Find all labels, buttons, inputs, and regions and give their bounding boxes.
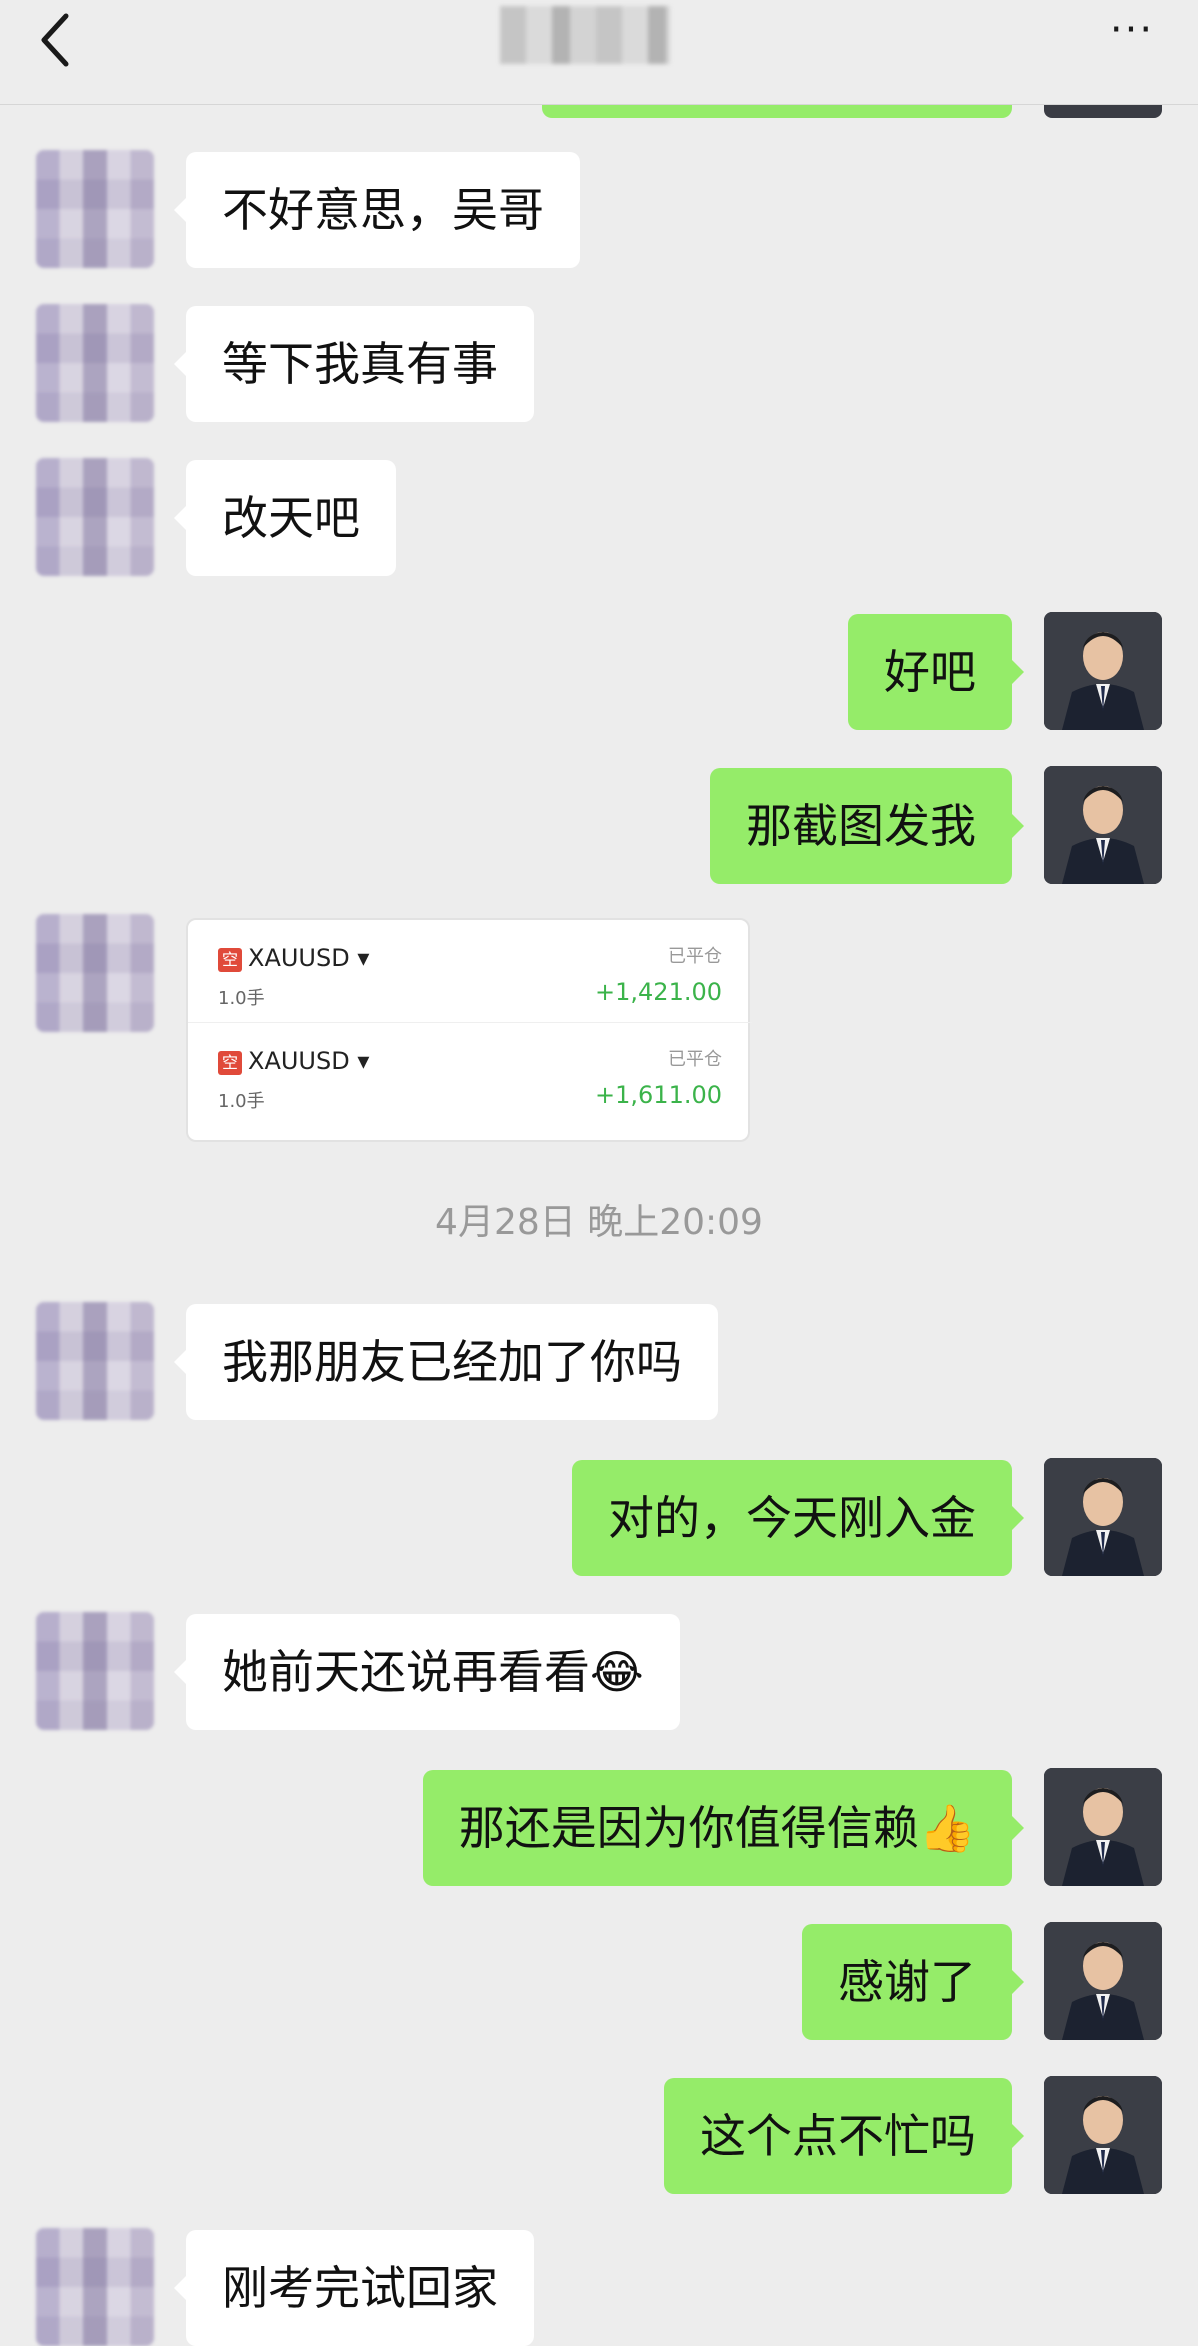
person-photo-icon: [1044, 1768, 1162, 1886]
avatar[interactable]: [1044, 766, 1162, 884]
message-bubble[interactable]: 那还是因为你值得信赖👍: [422, 1770, 1025, 1886]
message-bubble[interactable]: 等下我真有事: [174, 306, 534, 422]
avatar[interactable]: [1044, 104, 1162, 118]
ellipsis-icon: ···: [1109, 7, 1155, 53]
avatar[interactable]: [36, 458, 154, 576]
message-bubble[interactable]: 她前天还说再看看😂: [174, 1614, 680, 1730]
trade-status: 已平仓: [668, 1049, 722, 1070]
chat-area[interactable]: 不好意思，吴哥 等下我真有事 改天吧 好吧 那截图发我 空 XAUUSD ▾ 已…: [0, 0, 1198, 2346]
more-button[interactable]: ···: [1102, 10, 1162, 50]
trade-row: 空 XAUUSD ▾ 已平仓 1.0手 +1,611.00: [188, 1022, 752, 1123]
avatar[interactable]: [1044, 612, 1162, 730]
avatar[interactable]: [1044, 2076, 1162, 2194]
avatar[interactable]: [1044, 1768, 1162, 1886]
person-photo-icon: [1044, 612, 1162, 730]
message-bubble[interactable]: 好吧: [848, 614, 1024, 730]
message-bubble[interactable]: 感谢了: [802, 1924, 1024, 2040]
trade-lots: 1.0手: [218, 1091, 265, 1112]
avatar[interactable]: [1044, 1922, 1162, 2040]
message-bubble[interactable]: 改天吧: [174, 460, 396, 576]
trade-status: 已平仓: [668, 946, 722, 967]
trade-profit: +1,421.00: [595, 978, 722, 1006]
person-photo-icon: [1044, 2076, 1162, 2194]
chat-header: ···: [0, 0, 1198, 105]
symbol-name: XAUUSD ▾: [248, 944, 370, 972]
message-bubble[interactable]: 这个点不忙吗: [664, 2078, 1024, 2194]
person-photo-icon: [1044, 766, 1162, 884]
person-photo-icon: [1044, 1458, 1162, 1576]
trade-screenshot-card[interactable]: 空 XAUUSD ▾ 已平仓 1.0手 +1,421.00 空 XAUUSD ▾…: [186, 918, 752, 1142]
trade-profit: +1,611.00: [595, 1081, 722, 1109]
avatar[interactable]: [36, 1612, 154, 1730]
avatar[interactable]: [36, 304, 154, 422]
avatar[interactable]: [36, 1302, 154, 1420]
message-bubble[interactable]: 对的，今天刚入金: [572, 1460, 1024, 1576]
message-bubble[interactable]: 我那朋友已经加了你吗: [174, 1304, 718, 1420]
short-badge: 空: [218, 1051, 242, 1075]
person-photo-icon: [1044, 1922, 1162, 2040]
timestamp: 4月28日 晚上20:09: [435, 1202, 763, 1243]
back-button[interactable]: [34, 10, 84, 70]
message-bubble[interactable]: 刚考完试回家: [174, 2230, 534, 2346]
short-badge: 空: [218, 948, 242, 972]
symbol-name: XAUUSD ▾: [248, 1047, 370, 1075]
avatar[interactable]: [1044, 1458, 1162, 1576]
avatar[interactable]: [36, 150, 154, 268]
chat-title-pixelated: [500, 6, 670, 64]
trade-row: 空 XAUUSD ▾ 已平仓 1.0手 +1,421.00: [188, 920, 752, 1020]
avatar[interactable]: [36, 914, 154, 1032]
avatar[interactable]: [36, 2228, 154, 2346]
chevron-left-icon: [41, 13, 69, 67]
trade-lots: 1.0手: [218, 988, 265, 1009]
message-bubble[interactable]: 那截图发我: [710, 768, 1024, 884]
message-bubble[interactable]: 不好意思，吴哥: [174, 152, 580, 268]
